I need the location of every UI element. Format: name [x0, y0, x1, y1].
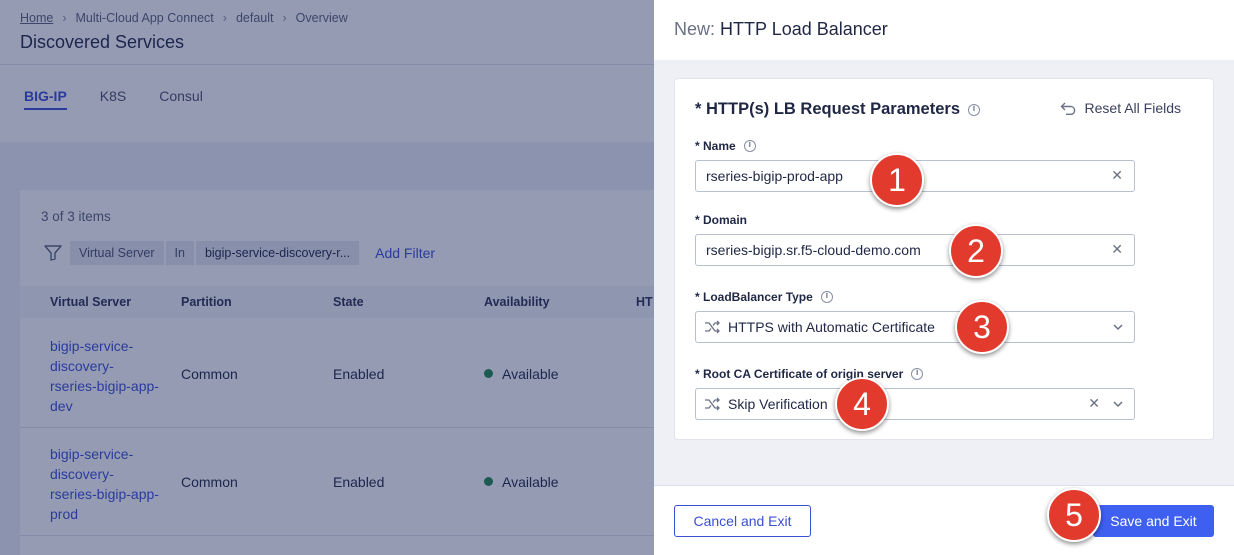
- background-page: Home › Multi-Cloud App Connect › default…: [0, 0, 654, 555]
- choice-icon: [705, 320, 720, 334]
- lb-type-label-text: * LoadBalancer Type: [695, 290, 813, 304]
- save-and-exit-button[interactable]: Save and Exit: [1093, 505, 1214, 537]
- choice-icon: [705, 397, 720, 411]
- lb-type-select[interactable]: HTTPS with Automatic Certificate: [695, 311, 1135, 343]
- cancel-and-exit-button[interactable]: Cancel and Exit: [674, 505, 811, 537]
- domain-field[interactable]: ✕: [695, 234, 1135, 266]
- step-marker-1: 1: [870, 153, 924, 207]
- step-marker-2: 2: [949, 224, 1003, 278]
- info-icon[interactable]: i: [743, 140, 756, 152]
- domain-label-text: * Domain: [695, 213, 748, 227]
- name-label-text: * Name: [695, 139, 736, 153]
- step-marker-4: 4: [835, 377, 889, 431]
- info-icon[interactable]: i: [968, 103, 980, 116]
- clear-icon[interactable]: ✕: [1111, 168, 1123, 184]
- section-title: * HTTP(s) LB Request Parameters i: [695, 100, 980, 119]
- section-title-text: * HTTP(s) LB Request Parameters: [695, 100, 960, 118]
- root-ca-select[interactable]: Skip Verification ✕: [695, 388, 1135, 420]
- reset-label: Reset All Fields: [1084, 100, 1181, 116]
- name-label: * Name i: [695, 139, 756, 153]
- clear-icon[interactable]: ✕: [1088, 396, 1100, 412]
- panel-body: * HTTP(s) LB Request Parameters i Reset …: [654, 60, 1234, 485]
- chevron-down-icon[interactable]: [1112, 321, 1124, 333]
- root-ca-value: Skip Verification: [728, 396, 828, 412]
- http-load-balancer-panel: New: HTTP Load Balancer * HTTP(s) LB Req…: [654, 0, 1234, 555]
- step-marker-5: 5: [1047, 488, 1101, 542]
- reset-all-fields-button[interactable]: Reset All Fields: [1060, 100, 1181, 116]
- undo-icon: [1060, 102, 1075, 115]
- domain-label: * Domain: [695, 213, 747, 227]
- step-marker-3: 3: [955, 300, 1009, 354]
- footer-divider: [654, 485, 1234, 486]
- panel-title-text: HTTP Load Balancer: [720, 19, 888, 39]
- panel-title: New: HTTP Load Balancer: [674, 19, 888, 40]
- request-parameters-card: * HTTP(s) LB Request Parameters i Reset …: [674, 78, 1214, 440]
- root-ca-label: * Root CA Certificate of origin server i: [695, 367, 924, 381]
- lb-type-value: HTTPS with Automatic Certificate: [728, 319, 935, 335]
- lb-type-label: * LoadBalancer Type i: [695, 290, 833, 304]
- info-icon[interactable]: i: [820, 291, 833, 303]
- chevron-down-icon[interactable]: [1112, 398, 1124, 410]
- panel-title-prefix: New:: [674, 19, 716, 39]
- info-icon[interactable]: i: [911, 368, 924, 380]
- modal-backdrop[interactable]: [0, 0, 654, 555]
- clear-icon[interactable]: ✕: [1111, 242, 1123, 258]
